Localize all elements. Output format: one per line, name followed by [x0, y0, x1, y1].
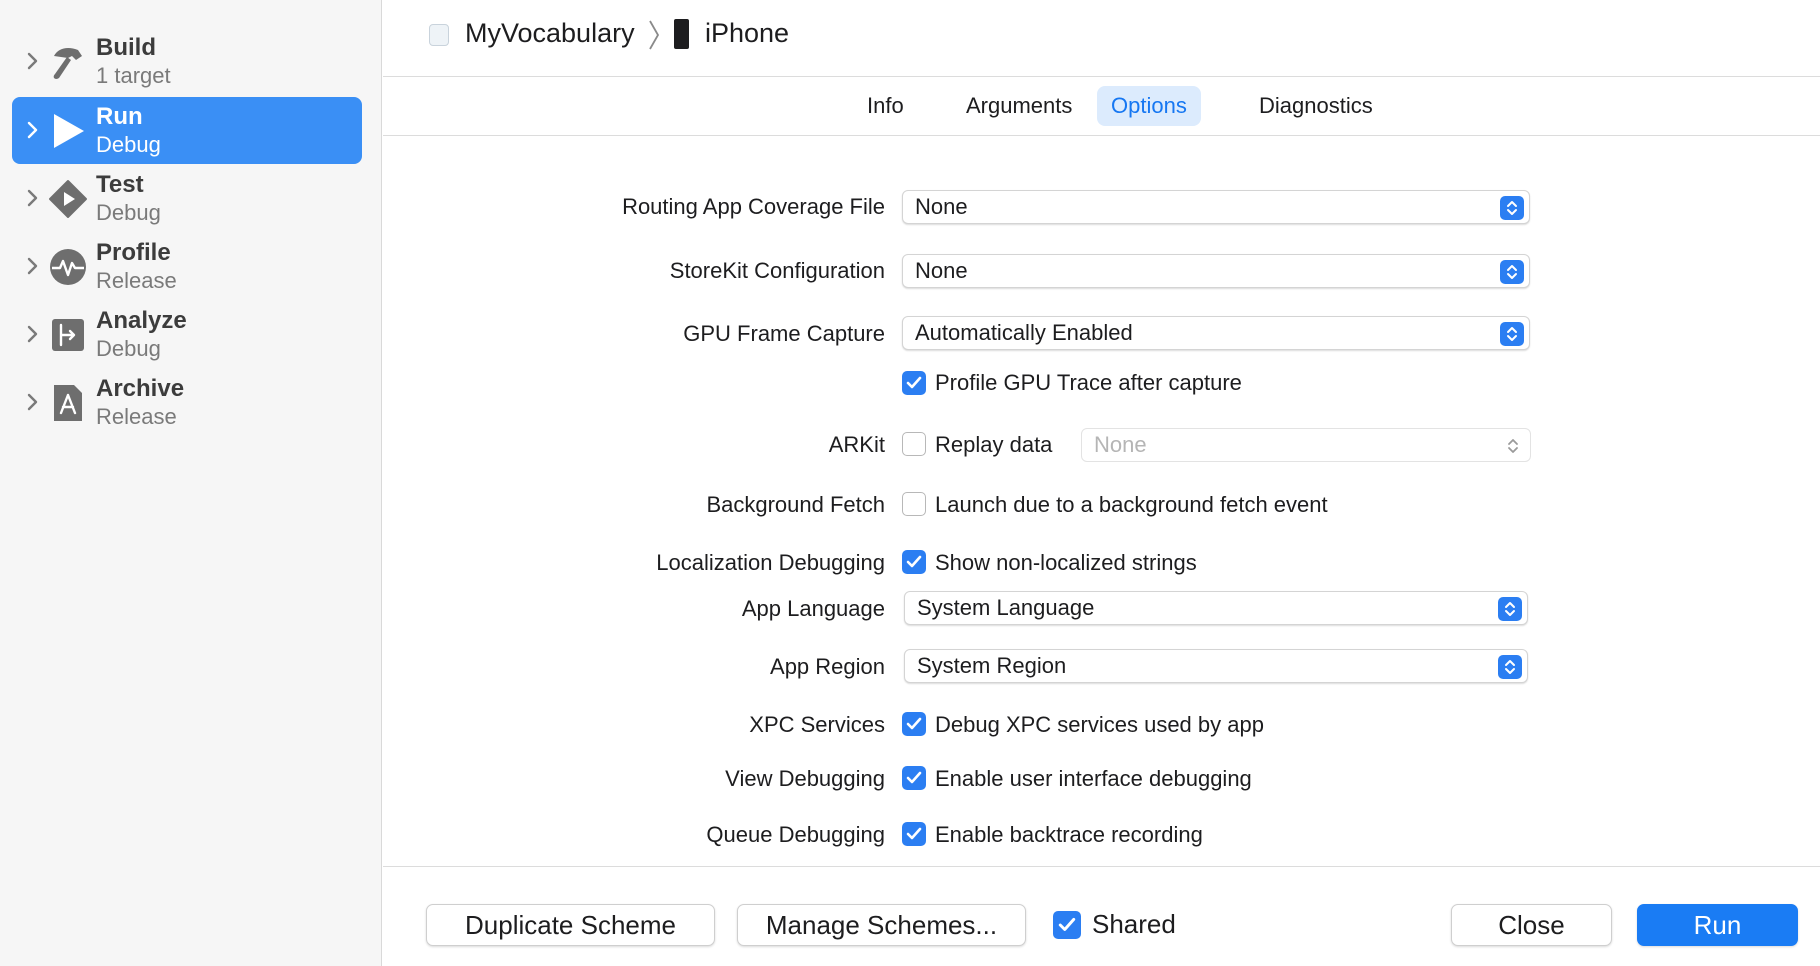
localization-debugging-label: Localization Debugging	[656, 550, 885, 575]
iphone-icon	[674, 19, 689, 49]
tab-options[interactable]: Options	[1097, 86, 1201, 126]
sidebar-item-title: Analyze	[96, 307, 187, 334]
chevron-updown-icon	[1498, 655, 1522, 679]
gpu-trace-checkbox[interactable]	[902, 371, 926, 395]
chevron-updown-icon	[1500, 260, 1524, 284]
close-button[interactable]: Close	[1451, 904, 1612, 946]
tab-arguments[interactable]: Arguments	[952, 86, 1086, 126]
chevron-right-icon[interactable]	[26, 50, 40, 72]
gpu-trace-label: Profile GPU Trace after capture	[935, 370, 1242, 395]
chevron-updown-icon	[1500, 196, 1524, 220]
chevron-right-icon[interactable]	[26, 323, 40, 345]
popup-value: None	[915, 194, 968, 219]
analyze-icon	[48, 315, 88, 355]
background-fetch-checkbox[interactable]	[902, 492, 926, 516]
breadcrumb-scheme[interactable]: MyVocabulary	[465, 18, 635, 49]
app-region-popup[interactable]: System Region	[904, 649, 1528, 683]
storekit-popup[interactable]: None	[902, 254, 1530, 288]
duplicate-scheme-button[interactable]: Duplicate Scheme	[426, 904, 715, 946]
view-debugging-label: View Debugging	[725, 766, 885, 791]
sidebar-item-title: Build	[96, 34, 156, 61]
sidebar-item-test[interactable]: Test Debug	[12, 165, 362, 232]
sidebar-item-subtitle: 1 target	[96, 63, 171, 88]
pulse-icon	[48, 247, 88, 287]
sidebar-item-subtitle: Debug	[96, 200, 161, 225]
queue-debugging-label: Queue Debugging	[706, 822, 885, 847]
sidebar-item-build[interactable]: Build 1 target	[12, 28, 362, 95]
sidebar-item-run[interactable]: Run Debug	[12, 97, 362, 164]
hammer-icon	[48, 42, 88, 82]
breadcrumb-device[interactable]: iPhone	[705, 18, 789, 49]
archive-icon	[48, 383, 88, 423]
gpu-capture-popup[interactable]: Automatically Enabled	[902, 316, 1530, 350]
localization-checkbox[interactable]	[902, 550, 926, 574]
app-language-popup[interactable]: System Language	[904, 591, 1528, 625]
sidebar-item-subtitle: Debug	[96, 132, 161, 157]
chevron-updown-icon	[1500, 322, 1524, 346]
shared-label: Shared	[1092, 909, 1176, 939]
queue-debugging-checkbox[interactable]	[902, 822, 926, 846]
footer-divider	[383, 866, 1820, 867]
routing-coverage-label: Routing App Coverage File	[622, 194, 885, 219]
app-region-label: App Region	[770, 654, 885, 679]
sidebar-item-title: Test	[96, 171, 144, 198]
popup-value: None	[1094, 432, 1147, 457]
shared-checkbox[interactable]	[1053, 911, 1081, 939]
gpu-capture-label: GPU Frame Capture	[683, 321, 885, 346]
popup-value: None	[915, 258, 968, 283]
sidebar-item-archive[interactable]: Archive Release	[12, 369, 362, 436]
chevron-right-icon[interactable]	[26, 187, 40, 209]
run-button[interactable]: Run	[1637, 904, 1798, 946]
popup-value: Automatically Enabled	[915, 320, 1133, 345]
background-fetch-label: Background Fetch	[706, 492, 885, 517]
arkit-replay-popup[interactable]: None	[1081, 428, 1531, 462]
tab-bar: Info Arguments Options Diagnostics	[383, 78, 1820, 136]
background-fetch-check-label: Launch due to a background fetch event	[935, 492, 1328, 517]
xpc-checkbox[interactable]	[902, 712, 926, 736]
sidebar-item-subtitle: Debug	[96, 336, 161, 361]
sidebar-item-subtitle: Release	[96, 404, 177, 429]
test-diamond-icon	[48, 179, 88, 219]
popup-value: System Language	[917, 595, 1095, 620]
tab-diagnostics[interactable]: Diagnostics	[1245, 86, 1387, 126]
sidebar-item-title: Run	[96, 103, 143, 130]
app-target-icon	[429, 24, 449, 46]
arkit-label: ARKit	[828, 432, 885, 457]
view-debugging-check-label: Enable user interface debugging	[935, 766, 1252, 791]
popup-value: System Region	[917, 653, 1067, 678]
sidebar-item-analyze[interactable]: Analyze Debug	[12, 301, 362, 368]
chevron-updown-icon	[1498, 597, 1522, 621]
chevron-updown-icon	[1501, 434, 1525, 458]
chevron-right-icon[interactable]	[26, 255, 40, 277]
xpc-services-label: XPC Services	[749, 712, 885, 737]
arkit-replay-checkbox[interactable]	[902, 432, 926, 456]
chevron-right-icon[interactable]	[26, 119, 40, 141]
chevron-right-icon[interactable]	[26, 391, 40, 413]
sidebar-item-profile[interactable]: Profile Release	[12, 233, 362, 300]
localization-check-label: Show non-localized strings	[935, 550, 1197, 575]
sidebar-item-title: Archive	[96, 375, 185, 402]
storekit-label: StoreKit Configuration	[669, 258, 885, 283]
play-icon	[48, 111, 88, 151]
queue-debugging-check-label: Enable backtrace recording	[935, 822, 1203, 847]
sidebar-item-subtitle: Release	[96, 268, 177, 293]
sidebar-item-title: Profile	[96, 239, 171, 266]
routing-coverage-popup[interactable]: None	[902, 190, 1530, 224]
breadcrumb: MyVocabulary iPhone	[383, 0, 1820, 77]
xpc-check-label: Debug XPC services used by app	[935, 712, 1264, 737]
tab-info[interactable]: Info	[853, 86, 918, 126]
scheme-actions-sidebar: Build 1 target Run Debug Test Debug Prof…	[0, 0, 382, 966]
breadcrumb-separator-icon	[649, 20, 660, 50]
view-debugging-checkbox[interactable]	[902, 766, 926, 790]
arkit-replay-label: Replay data	[935, 432, 1053, 457]
manage-schemes-button[interactable]: Manage Schemes...	[737, 904, 1026, 946]
app-language-label: App Language	[741, 596, 885, 621]
